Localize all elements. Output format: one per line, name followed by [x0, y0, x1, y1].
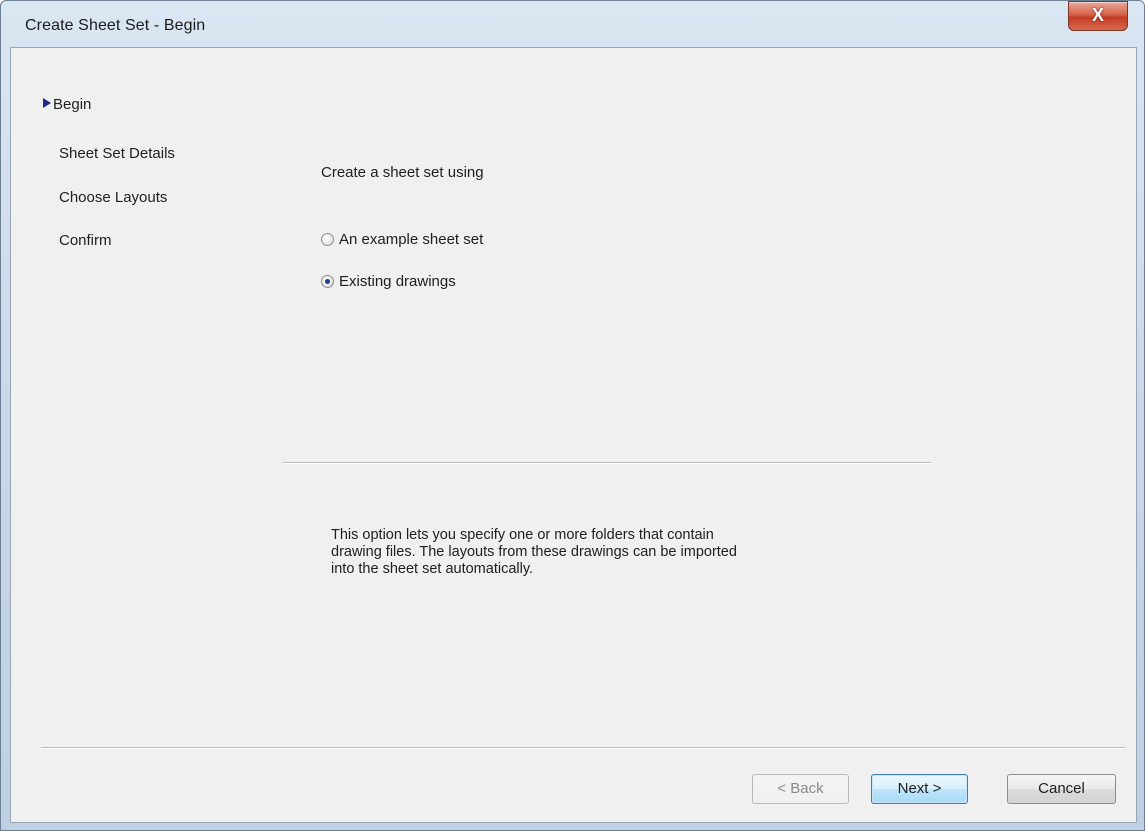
nav-step-label: Choose Layouts: [59, 189, 168, 206]
back-button[interactable]: < Back: [752, 774, 849, 804]
radio-example-sheet-set[interactable]: An example sheet set: [321, 231, 483, 248]
nav-step-begin: Begin: [43, 96, 91, 113]
nav-step-label: Begin: [53, 96, 92, 113]
current-step-arrow-icon: [43, 98, 51, 108]
options-heading: Create a sheet set using: [321, 164, 484, 181]
close-icon: X: [1091, 5, 1104, 25]
section-divider: [283, 462, 931, 464]
title-bar[interactable]: Create Sheet Set - Begin X: [1, 1, 1144, 45]
radio-existing-drawings[interactable]: Existing drawings: [321, 273, 456, 290]
nav-step-label: Sheet Set Details: [59, 145, 175, 162]
footer-divider: [41, 747, 1125, 749]
nav-step-confirm: Confirm: [59, 232, 112, 249]
description-line: into the sheet set automatically.: [331, 561, 534, 577]
description-line: drawing files. The layouts from these dr…: [331, 544, 737, 560]
dialog-window: Create Sheet Set - Begin X Begin Sheet S…: [0, 0, 1145, 831]
radio-label[interactable]: Existing drawings: [339, 273, 456, 290]
radio-button-checked[interactable]: [321, 275, 334, 288]
close-button[interactable]: X: [1068, 1, 1128, 31]
nav-step-choose-layouts: Choose Layouts: [59, 189, 167, 206]
next-button[interactable]: Next >: [871, 774, 968, 804]
nav-step-label: Confirm: [59, 232, 112, 249]
description-line: This option lets you specify one or more…: [331, 527, 714, 543]
dialog-client-area: Begin Sheet Set Details Choose Layouts C…: [10, 47, 1137, 823]
nav-step-sheet-set-details: Sheet Set Details: [59, 145, 175, 162]
window-title: Create Sheet Set - Begin: [25, 17, 206, 34]
radio-button-unchecked[interactable]: [321, 233, 334, 246]
option-description: This option lets you specify one or more…: [331, 527, 851, 578]
cancel-button[interactable]: Cancel: [1007, 774, 1116, 804]
wizard-steps-nav: Begin Sheet Set Details Choose Layouts C…: [11, 48, 261, 648]
radio-label[interactable]: An example sheet set: [339, 231, 483, 248]
